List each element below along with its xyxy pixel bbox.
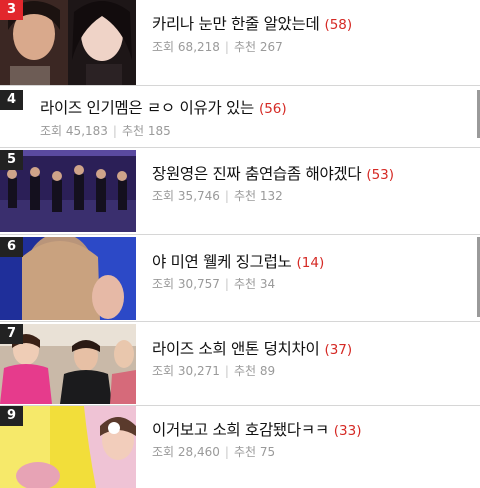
comment-count: (53) <box>366 167 395 183</box>
recommend-label: 추천 <box>233 277 257 291</box>
views-label: 조회 <box>152 445 175 459</box>
post-title-text: 장원영은 진짜 춤연습좀 해야겠다 <box>152 165 362 183</box>
meta-divider: | <box>224 364 229 378</box>
post-thumbnail[interactable]: 7 <box>0 324 136 404</box>
recommend-count: 267 <box>259 40 283 54</box>
views-count: 30,757 <box>177 277 220 291</box>
views-count: 35,746 <box>177 189 220 203</box>
rank-badge: 4 <box>0 90 23 110</box>
rank-badge: 3 <box>0 0 23 20</box>
recommend-label: 추천 <box>233 189 257 203</box>
recommend-count: 89 <box>259 364 276 378</box>
post-title-text: 라이즈 소희 앤톤 덩치차이 <box>152 340 320 358</box>
post-item[interactable]: 9 이거보고 소희 호감됐다ㅋㅋ (33) 조회 28,460 | 추천 75 <box>0 406 480 488</box>
meta-divider: | <box>224 40 229 54</box>
post-meta: 조회 30,757 | 추천 34 <box>152 275 275 292</box>
comment-count: (58) <box>324 17 353 33</box>
post-item[interactable]: 6 야 미연 웰케 징그럽노 (14) 조회 30,757 | 추천 34 <box>0 235 480 322</box>
views-label: 조회 <box>152 277 175 291</box>
post-title[interactable]: 라이즈 소희 앤톤 덩치차이 (37) <box>152 337 352 359</box>
post-thumbnail[interactable]: 3 <box>0 0 136 85</box>
post-title[interactable]: 라이즈 인기멤은 ㄹㅇ 이유가 있는 (56) <box>40 96 287 118</box>
meta-divider: | <box>224 445 229 459</box>
comment-count: (33) <box>333 423 362 439</box>
post-title-text: 이거보고 소희 호감됐다ㅋㅋ <box>152 421 329 439</box>
recommend-count: 75 <box>259 445 276 459</box>
recommend-label: 추천 <box>233 364 257 378</box>
views-label: 조회 <box>152 40 175 54</box>
views-count: 68,218 <box>177 40 220 54</box>
post-title-text: 야 미연 웰케 징그럽노 <box>152 253 292 271</box>
rank-badge: 6 <box>0 237 23 257</box>
post-title[interactable]: 장원영은 진짜 춤연습좀 해야겠다 (53) <box>152 162 394 184</box>
post-meta: 조회 45,183 | 추천 185 <box>40 122 171 139</box>
views-label: 조회 <box>152 189 175 203</box>
post-title[interactable]: 이거보고 소희 호감됐다ㅋㅋ (33) <box>152 418 362 440</box>
post-meta: 조회 68,218 | 추천 267 <box>152 38 283 55</box>
post-item[interactable]: 5 장원영은 진짜 춤연습좀 해야겠다 (53) 조회 35,746 | 추천 132 <box>0 148 480 235</box>
post-meta: 조회 35,746 | 추천 132 <box>152 187 283 204</box>
post-title-text: 카리나 눈만 한줄 알았는데 <box>152 15 320 33</box>
post-meta: 조회 28,460 | 추천 75 <box>152 443 275 460</box>
comment-count: (56) <box>258 101 287 117</box>
comment-count: (37) <box>324 342 353 358</box>
meta-divider: | <box>224 277 229 291</box>
post-thumbnail[interactable]: 9 <box>0 406 136 488</box>
post-title-text: 라이즈 인기멤은 ㄹㅇ 이유가 있는 <box>40 99 254 117</box>
post-title[interactable]: 카리나 눈만 한줄 알았는데 (58) <box>152 12 352 34</box>
meta-divider: | <box>224 189 229 203</box>
views-count: 28,460 <box>177 445 220 459</box>
post-title[interactable]: 야 미연 웰케 징그럽노 (14) <box>152 250 324 272</box>
views-label: 조회 <box>40 124 63 138</box>
post-item[interactable]: 7 라이즈 소희 앤톤 덩치차이 (37) 조회 30,271 | 추천 89 <box>0 322 480 406</box>
views-count: 30,271 <box>177 364 220 378</box>
recommend-label: 추천 <box>233 40 257 54</box>
post-item[interactable]: 3 카리나 눈만 한줄 알았는데 (58) 조회 68,218 | 추천 267 <box>0 0 480 86</box>
recommend-count: 34 <box>259 277 276 291</box>
recommend-count: 132 <box>259 189 283 203</box>
views-count: 45,183 <box>65 124 108 138</box>
post-meta: 조회 30,271 | 추천 89 <box>152 362 275 379</box>
views-label: 조회 <box>152 364 175 378</box>
post-thumbnail[interactable]: 6 <box>0 237 136 320</box>
post-item[interactable]: 4 라이즈 인기멤은 ㄹㅇ 이유가 있는 (56) 조회 45,183 | 추천 18… <box>0 86 480 148</box>
recommend-label: 추천 <box>233 445 257 459</box>
post-thumbnail[interactable]: 5 <box>0 150 136 232</box>
comment-count: (14) <box>296 255 325 271</box>
rank-badge: 7 <box>0 324 23 344</box>
rank-badge: 5 <box>0 150 23 170</box>
recommend-label: 추천 <box>121 124 145 138</box>
rank-badge: 9 <box>0 406 23 426</box>
meta-divider: | <box>112 124 117 138</box>
recommend-count: 185 <box>147 124 171 138</box>
